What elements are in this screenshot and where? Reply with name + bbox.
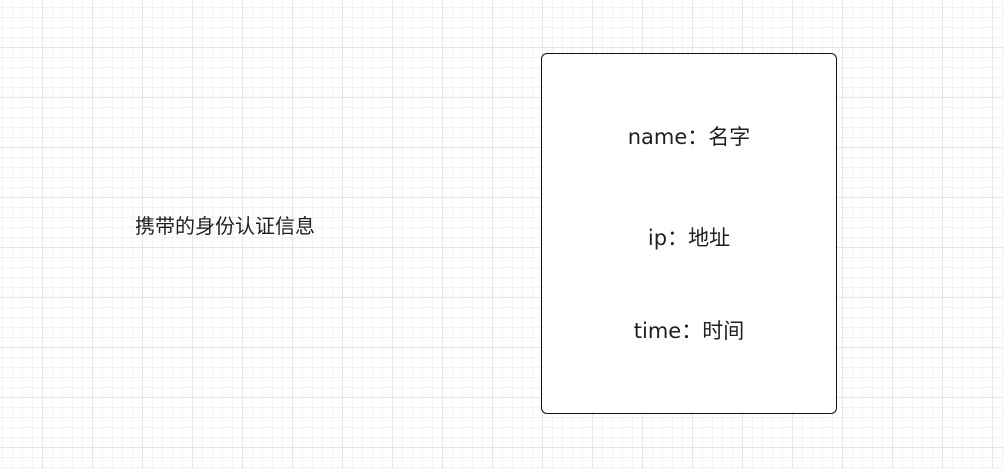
field-time: time：时间	[633, 319, 745, 343]
info-box: name：名字 ip：地址 time：时间	[541, 53, 837, 414]
side-label: 携带的身份认证信息	[135, 214, 315, 238]
field-ip: ip：地址	[647, 226, 731, 250]
diagram-canvas: 携带的身份认证信息 name：名字 ip：地址 time：时间	[0, 0, 1003, 469]
field-name: name：名字	[627, 125, 751, 149]
